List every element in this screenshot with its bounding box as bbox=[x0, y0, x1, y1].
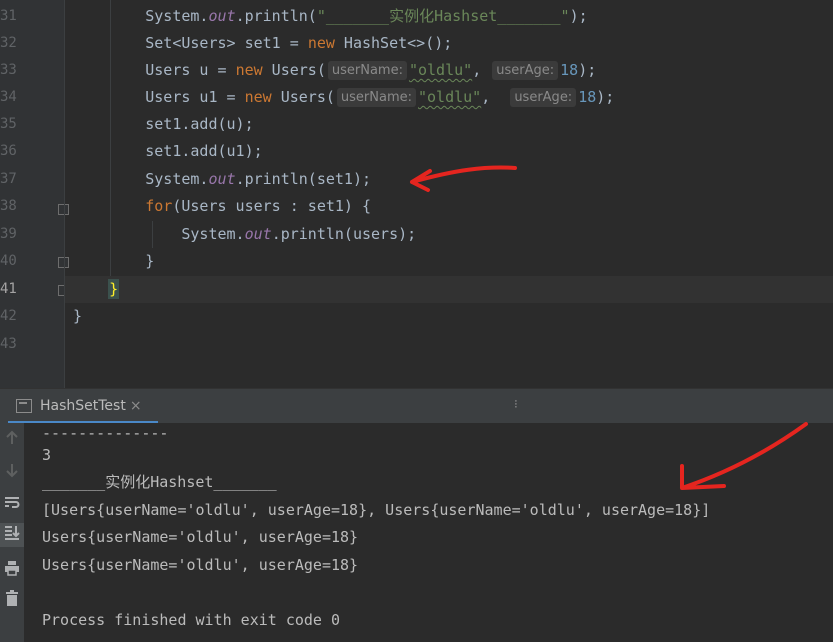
line-number: 35 bbox=[0, 116, 17, 132]
gutter-separator bbox=[64, 0, 65, 388]
console-line: [Users{userName='oldlu', userAge=18}, Us… bbox=[42, 501, 711, 519]
trash-icon[interactable] bbox=[0, 589, 24, 613]
parameter-hint: userAge: bbox=[492, 61, 559, 80]
parameter-hint: userName: bbox=[336, 88, 416, 107]
code-line-31: System.out.println("_______实例化Hashset___… bbox=[145, 7, 588, 25]
console-line: Users{userName='oldlu', userAge=18} bbox=[42, 528, 359, 546]
parameter-hint: userAge: bbox=[510, 88, 577, 107]
line-number-current: 41 bbox=[0, 281, 17, 297]
arrow-down-icon[interactable] bbox=[0, 461, 24, 485]
close-icon[interactable]: × bbox=[130, 398, 142, 414]
line-number: 42 bbox=[0, 308, 17, 324]
line-number: 33 bbox=[0, 62, 17, 78]
line-number: 37 bbox=[0, 171, 17, 187]
code-line-35: set1.add(u); bbox=[145, 115, 254, 133]
console-line: Process finished with exit code 0 bbox=[42, 611, 341, 629]
run-toolbar bbox=[0, 423, 24, 642]
code-line-39: System.out.println(users); bbox=[181, 225, 417, 243]
soft-wrap-icon[interactable] bbox=[0, 493, 24, 517]
line-number: 40 bbox=[0, 253, 17, 269]
console-line: -------------- bbox=[42, 424, 169, 442]
line-number: 43 bbox=[0, 336, 17, 352]
code-line-32: Set<Users> set1 = new HashSet<>(); bbox=[145, 34, 453, 52]
console-line: Users{userName='oldlu', userAge=18} bbox=[42, 556, 359, 574]
line-number: 38 bbox=[0, 198, 17, 214]
line-number: 34 bbox=[0, 89, 17, 105]
line-number-gutter[interactable]: 31 32 33 34 35 36 37 38 39 40 41 42 43 bbox=[0, 0, 69, 388]
console-line: 3 bbox=[42, 446, 52, 464]
line-number: 32 bbox=[0, 35, 17, 51]
console-line: _______实例化Hashset_______ bbox=[42, 473, 277, 491]
current-line-highlight bbox=[65, 276, 833, 303]
scroll-to-end-icon[interactable] bbox=[0, 523, 24, 547]
matched-brace: } bbox=[108, 279, 120, 299]
code-line-41: } bbox=[73, 276, 120, 303]
line-number: 36 bbox=[0, 143, 17, 159]
arrow-up-icon[interactable] bbox=[0, 429, 24, 453]
code-line-40: } bbox=[145, 252, 155, 270]
line-number: 39 bbox=[0, 226, 17, 242]
code-editor[interactable]: 31 32 33 34 35 36 37 38 39 40 41 42 43 S… bbox=[0, 0, 833, 388]
run-config-icon bbox=[16, 399, 32, 413]
code-line-33: Users u = new Users(userName: "oldlu", us… bbox=[145, 61, 597, 80]
code-line-42: } bbox=[73, 307, 83, 325]
run-tool-window-header: HashSetTest × ⁝ bbox=[0, 388, 833, 424]
code-line-37: System.out.println(set1); bbox=[145, 170, 372, 188]
parameter-hint: userName: bbox=[327, 61, 407, 80]
more-options-icon[interactable]: ⁝ bbox=[514, 397, 518, 411]
tab-label: HashSetTest bbox=[40, 398, 126, 414]
tab-hashsettest[interactable]: HashSetTest × bbox=[16, 389, 142, 423]
print-icon[interactable] bbox=[0, 559, 24, 583]
line-number: 31 bbox=[0, 8, 17, 24]
code-line-38: for(Users users : set1) { bbox=[145, 197, 372, 215]
code-line-36: set1.add(u1); bbox=[145, 142, 263, 160]
console-output[interactable]: -------------- 3 _______实例化Hashset______… bbox=[24, 423, 833, 642]
code-line-34: Users u1 = new Users(userName: "oldlu", u… bbox=[145, 88, 615, 107]
